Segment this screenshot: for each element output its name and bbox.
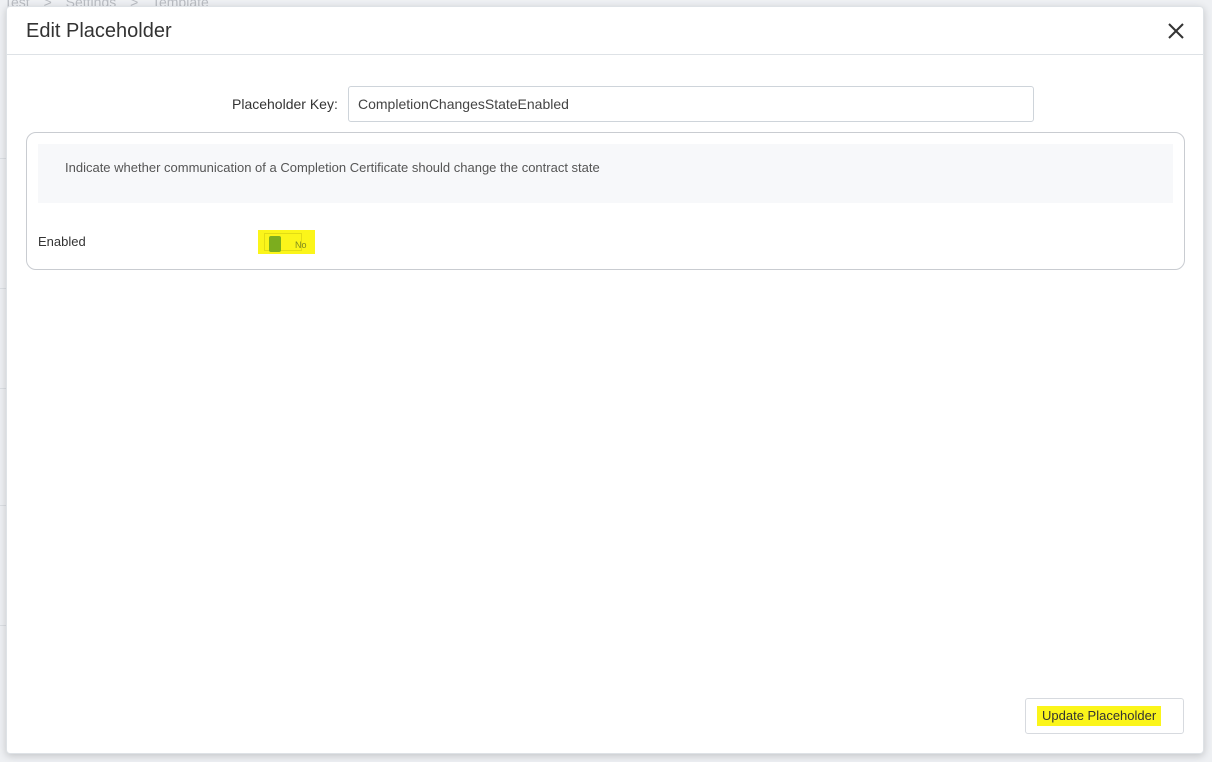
enabled-toggle[interactable]: No [258,230,315,254]
toggle-state-text: No [295,240,307,250]
setting-description: Indicate whether communication of a Comp… [65,160,600,175]
edit-placeholder-dialog: Edit Placeholder Placeholder Key: Indica… [6,6,1204,754]
dialog-title: Edit Placeholder [26,20,172,42]
enabled-label: Enabled [38,234,86,249]
setting-description-box: Indicate whether communication of a Comp… [38,144,1173,203]
update-placeholder-button[interactable]: Update Placeholder [1025,698,1184,734]
placeholder-key-label: Placeholder Key: [232,96,338,112]
toggle-track: No [264,233,307,252]
dialog-header: Edit Placeholder [7,7,1203,55]
close-icon [1168,23,1184,39]
placeholder-key-input[interactable] [348,86,1034,122]
setting-card: Indicate whether communication of a Comp… [26,132,1185,270]
close-button[interactable] [1165,20,1187,42]
toggle-knob [269,236,281,252]
update-placeholder-label: Update Placeholder [1037,706,1162,726]
